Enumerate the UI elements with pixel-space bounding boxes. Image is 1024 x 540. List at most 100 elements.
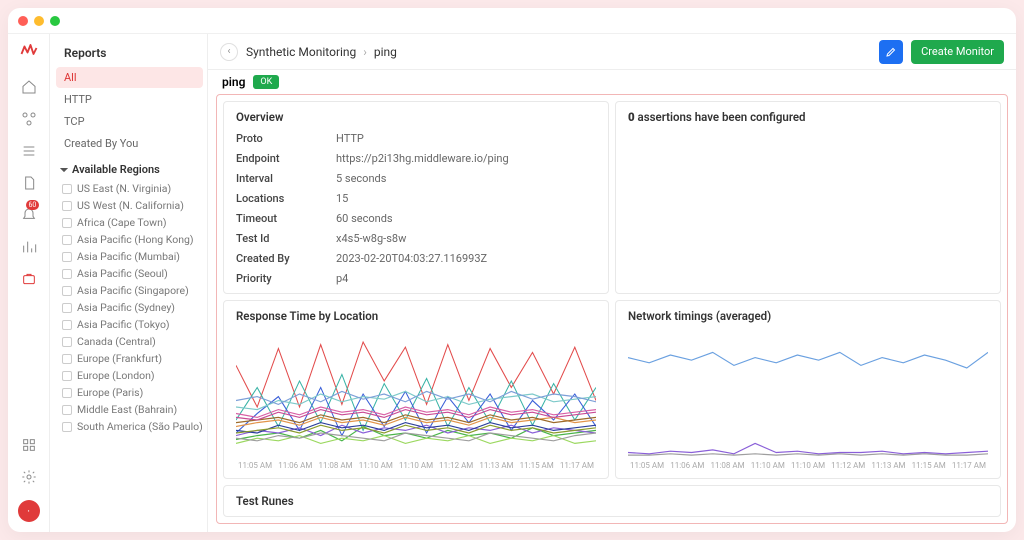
- document-icon[interactable]: [20, 174, 38, 192]
- app-logo-icon[interactable]: [20, 42, 38, 64]
- region-label: Asia Pacific (Tokyo): [77, 318, 170, 331]
- checkbox-icon[interactable]: [62, 269, 72, 279]
- home-icon[interactable]: [20, 78, 38, 96]
- xaxis-tick: 11:17 AM: [952, 461, 986, 470]
- field-value: 60 seconds: [336, 212, 596, 225]
- region-item[interactable]: South America (São Paulo): [62, 418, 207, 435]
- response-time-xaxis: 11:05 AM11:06 AM11:08 AM11:10 AM11:10 AM…: [236, 459, 596, 470]
- list-icon[interactable]: [20, 142, 38, 160]
- region-label: Europe (Paris): [77, 386, 143, 399]
- checkbox-icon[interactable]: [62, 235, 72, 245]
- xaxis-tick: 11:06 AM: [278, 461, 312, 470]
- field-value: 5 seconds: [336, 172, 596, 185]
- region-item[interactable]: Asia Pacific (Singapore): [62, 282, 207, 299]
- field-key: Endpoint: [236, 152, 336, 165]
- region-label: Asia Pacific (Hong Kong): [77, 233, 194, 246]
- xaxis-tick: 11:10 AM: [751, 461, 785, 470]
- main-area: ‹ Synthetic Monitoring › ping Create Mon…: [208, 34, 1016, 532]
- region-item[interactable]: Europe (London): [62, 367, 207, 384]
- region-item[interactable]: Europe (Frankfurt): [62, 350, 207, 367]
- xaxis-tick: 11:06 AM: [670, 461, 704, 470]
- checkbox-icon[interactable]: [62, 201, 72, 211]
- field-key: Priority: [236, 272, 336, 285]
- field-key: Proto: [236, 132, 336, 145]
- assertions-panel: 0 assertions have been configured: [615, 101, 1001, 294]
- checkbox-icon[interactable]: [62, 218, 72, 228]
- xaxis-tick: 11:15 AM: [912, 461, 946, 470]
- checkbox-icon[interactable]: [62, 303, 72, 313]
- response-time-title: Response Time by Location: [236, 309, 596, 323]
- checkbox-icon[interactable]: [62, 388, 72, 398]
- sidebar-item-all[interactable]: All: [56, 67, 203, 88]
- checkbox-icon[interactable]: [62, 184, 72, 194]
- settings-icon[interactable]: [20, 468, 38, 486]
- response-time-panel: Response Time by Location 11:05 AM 11:06 …: [223, 300, 609, 479]
- region-item[interactable]: Africa (Cape Town): [62, 214, 207, 231]
- region-label: Europe (London): [77, 369, 155, 382]
- caret-down-icon: [60, 166, 68, 174]
- checkbox-icon[interactable]: [62, 422, 72, 432]
- region-item[interactable]: Asia Pacific (Tokyo): [62, 316, 207, 333]
- synthetic-icon[interactable]: [20, 270, 38, 288]
- regions-header[interactable]: Available Regions: [56, 155, 207, 180]
- checkbox-icon[interactable]: [62, 405, 72, 415]
- xaxis-tick: 11:10 AM: [399, 461, 433, 470]
- sidebar-item-tcp[interactable]: TCP: [56, 111, 203, 132]
- network-timings-title: Network timings (averaged): [628, 309, 988, 323]
- xaxis-tick: 11:17 AM: [560, 461, 594, 470]
- notification-badge: 60: [26, 200, 40, 210]
- region-item[interactable]: Asia Pacific (Hong Kong): [62, 231, 207, 248]
- region-item[interactable]: Europe (Paris): [62, 384, 207, 401]
- region-label: Asia Pacific (Sydney): [77, 301, 175, 314]
- metrics-icon[interactable]: [20, 238, 38, 256]
- overview-panel: Overview ProtoHTTPEndpointhttps://p2i13h…: [223, 101, 609, 294]
- checkbox-icon[interactable]: [62, 337, 72, 347]
- window-titlebar: [8, 8, 1016, 34]
- xaxis-tick: 11:12 AM: [831, 461, 865, 470]
- status-badge: OK: [253, 75, 279, 89]
- region-item[interactable]: US West (N. California): [62, 197, 207, 214]
- close-window-button[interactable]: [18, 16, 28, 26]
- notifications-icon[interactable]: 60: [20, 206, 38, 224]
- region-item[interactable]: Asia Pacific (Sydney): [62, 299, 207, 316]
- field-key: Timeout: [236, 212, 336, 225]
- sidebar-item-created-by-you[interactable]: Created By You: [56, 133, 203, 154]
- checkbox-icon[interactable]: [62, 252, 72, 262]
- test-runes-panel: Test Runes: [223, 485, 1001, 517]
- sidebar-item-http[interactable]: HTTP: [56, 89, 203, 110]
- edit-button[interactable]: [879, 40, 903, 64]
- checkbox-icon[interactable]: [62, 354, 72, 364]
- checkbox-icon[interactable]: [62, 320, 72, 330]
- sidebar-title: Reports: [56, 42, 207, 66]
- minimize-window-button[interactable]: [34, 16, 44, 26]
- test-runes-title: Test Runes: [236, 494, 988, 508]
- maximize-window-button[interactable]: [50, 16, 60, 26]
- region-label: Asia Pacific (Seoul): [77, 267, 168, 280]
- field-value: 2023-02-20T04:03:27.116993Z: [336, 252, 596, 265]
- xaxis-tick: 11:13 AM: [479, 461, 513, 470]
- region-item[interactable]: US East (N. Virginia): [62, 180, 207, 197]
- create-monitor-button[interactable]: Create Monitor: [911, 40, 1004, 64]
- monitor-title-row: ping OK: [208, 70, 1016, 94]
- xaxis-tick: 11:08 AM: [710, 461, 744, 470]
- region-label: Asia Pacific (Mumbai): [77, 250, 180, 263]
- assertions-title: 0 assertions have been configured: [628, 110, 988, 124]
- region-label: Europe (Frankfurt): [77, 352, 162, 365]
- xaxis-tick: 11:05 AM: [238, 461, 272, 470]
- overview-fields: ProtoHTTPEndpointhttps://p2i13hg.middlew…: [236, 124, 596, 285]
- pencil-icon: [885, 46, 897, 58]
- field-key: Locations: [236, 192, 336, 205]
- field-key: Created By: [236, 252, 336, 265]
- checkbox-icon[interactable]: [62, 286, 72, 296]
- apps-icon[interactable]: [20, 436, 38, 454]
- field-value: https://p2i13hg.middleware.io/ping: [336, 152, 596, 165]
- region-item[interactable]: Asia Pacific (Seoul): [62, 265, 207, 282]
- user-avatar[interactable]: ·: [18, 500, 40, 522]
- cluster-icon[interactable]: [20, 110, 38, 128]
- region-item[interactable]: Asia Pacific (Mumbai): [62, 248, 207, 265]
- region-item[interactable]: Canada (Central): [62, 333, 207, 350]
- region-item[interactable]: Middle East (Bahrain): [62, 401, 207, 418]
- back-button[interactable]: ‹: [220, 43, 238, 61]
- checkbox-icon[interactable]: [62, 371, 72, 381]
- breadcrumb-parent[interactable]: Synthetic Monitoring: [246, 45, 356, 59]
